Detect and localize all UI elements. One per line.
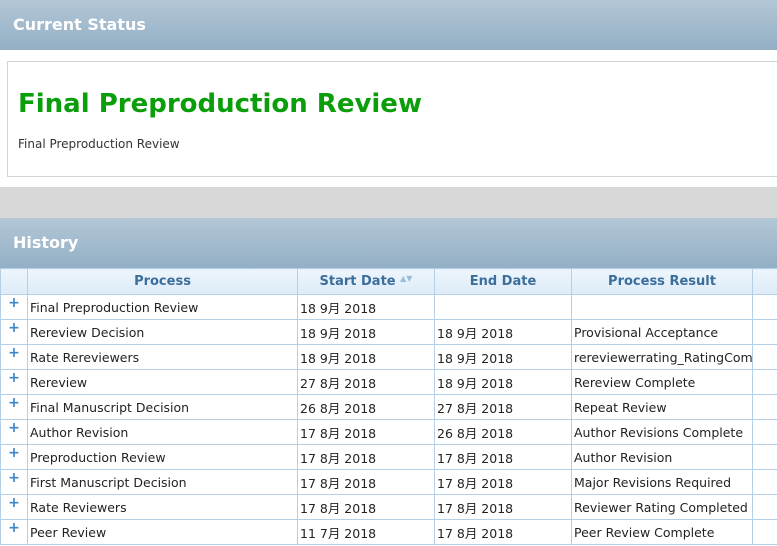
cell-start-date: 18 9月 2018: [297, 294, 435, 320]
table-row[interactable]: + Rate Rereviewers 18 9月 2018 18 9月 2018 rer…: [0, 344, 777, 370]
cell-process: Peer Review: [27, 519, 298, 545]
cell-extra: [752, 494, 777, 520]
cell-extra: [752, 369, 777, 395]
cell-start-date: 17 8月 2018: [297, 444, 435, 470]
cell-process-result: Peer Review Complete: [571, 519, 753, 545]
cell-end-date: 18 9月 2018: [434, 319, 572, 345]
cell-process-result: Repeat Review: [571, 394, 753, 420]
table-row[interactable]: + Peer Review 11 7月 2018 17 8月 2018 Peer Rev…: [0, 519, 777, 545]
table-row[interactable]: + Final Preproduction Review 18 9月 2018: [0, 294, 777, 320]
cell-extra: [752, 519, 777, 545]
cell-end-date: 26 8月 2018: [434, 419, 572, 445]
cell-process: Rate Reviewers: [27, 494, 298, 520]
expand-row-plus-icon[interactable]: +: [0, 394, 28, 420]
cell-end-date: 18 9月 2018: [434, 369, 572, 395]
cell-start-date: 17 8月 2018: [297, 494, 435, 520]
cell-process: Rereview: [27, 369, 298, 395]
cell-process: Author Revision: [27, 419, 298, 445]
cell-end-date: 27 8月 2018: [434, 394, 572, 420]
column-header-end-date[interactable]: End Date: [434, 268, 572, 295]
column-header-extra: [752, 268, 777, 295]
cell-process: Rereview Decision: [27, 319, 298, 345]
expand-row-plus-icon[interactable]: +: [0, 344, 28, 370]
cell-start-date: 26 8月 2018: [297, 394, 435, 420]
cell-process: Rate Rereviewers: [27, 344, 298, 370]
table-row[interactable]: + Rereview 27 8月 2018 18 9月 2018 Rereview Co…: [0, 369, 777, 395]
expand-row-plus-icon[interactable]: +: [0, 494, 28, 520]
cell-end-date: 17 8月 2018: [434, 444, 572, 470]
current-status-title: Final Preproduction Review: [18, 89, 422, 119]
expand-row-plus-icon[interactable]: +: [0, 444, 28, 470]
expand-row-plus-icon[interactable]: +: [0, 319, 28, 345]
cell-extra: [752, 394, 777, 420]
expand-column-header: [0, 268, 28, 295]
history-table: Process Start Date ▲▼ End Date Process R…: [0, 268, 777, 545]
sort-descending-icon: ▲▼: [400, 274, 413, 283]
cell-end-date: 17 8月 2018: [434, 494, 572, 520]
cell-end-date: 17 8月 2018: [434, 469, 572, 495]
start-date-label: Start Date: [319, 274, 396, 289]
column-header-start-date[interactable]: Start Date ▲▼: [297, 268, 435, 295]
cell-extra: [752, 469, 777, 495]
current-status-header: Current Status: [0, 0, 777, 50]
cell-start-date: 17 8月 2018: [297, 419, 435, 445]
cell-start-date: 18 9月 2018: [297, 344, 435, 370]
history-header: History: [0, 218, 777, 268]
separator-band: [0, 187, 777, 218]
cell-extra: [752, 294, 777, 320]
table-row[interactable]: + Author Revision 17 8月 2018 26 8月 2018 Auth…: [0, 419, 777, 445]
expand-row-plus-icon[interactable]: +: [0, 419, 28, 445]
table-row[interactable]: + Final Manuscript Decision 26 8月 2018 27 8…: [0, 394, 777, 420]
cell-process-result: Major Revisions Required: [571, 469, 753, 495]
column-header-process-result[interactable]: Process Result: [571, 268, 753, 295]
expand-row-plus-icon[interactable]: +: [0, 294, 28, 320]
cell-extra: [752, 444, 777, 470]
cell-process: Final Manuscript Decision: [27, 394, 298, 420]
cell-process-result: Reviewer Rating Completed: [571, 494, 753, 520]
expand-row-plus-icon[interactable]: +: [0, 519, 28, 545]
current-status-subtitle: Final Preproduction Review: [18, 137, 180, 151]
cell-process: Final Preproduction Review: [27, 294, 298, 320]
cell-end-date: [434, 294, 572, 320]
history-section: History Process Start Date ▲▼ End Date P…: [0, 218, 777, 545]
expand-row-plus-icon[interactable]: +: [0, 469, 28, 495]
table-row[interactable]: + Rate Reviewers 17 8月 2018 17 8月 2018 Revie…: [0, 494, 777, 520]
cell-start-date: 17 8月 2018: [297, 469, 435, 495]
cell-process-result: rereviewerrating_RatingCompleted: [571, 344, 753, 370]
table-row[interactable]: + Preproduction Review 17 8月 2018 17 8月 201…: [0, 444, 777, 470]
cell-process: Preproduction Review: [27, 444, 298, 470]
cell-end-date: 17 8月 2018: [434, 519, 572, 545]
cell-process-result: [571, 294, 753, 320]
cell-process-result: Rereview Complete: [571, 369, 753, 395]
cell-process-result: Author Revisions Complete: [571, 419, 753, 445]
expand-row-plus-icon[interactable]: +: [0, 369, 28, 395]
cell-start-date: 18 9月 2018: [297, 319, 435, 345]
cell-extra: [752, 419, 777, 445]
cell-extra: [752, 319, 777, 345]
cell-end-date: 18 9月 2018: [434, 344, 572, 370]
current-status-card: Final Preproduction Review Final Preprod…: [7, 61, 777, 177]
table-row[interactable]: + Rereview Decision 18 9月 2018 18 9月 2018 Pr…: [0, 319, 777, 345]
cell-start-date: 11 7月 2018: [297, 519, 435, 545]
cell-extra: [752, 344, 777, 370]
column-header-process[interactable]: Process: [27, 268, 298, 295]
table-row[interactable]: + First Manuscript Decision 17 8月 2018 17 8…: [0, 469, 777, 495]
cell-process-result: Provisional Acceptance: [571, 319, 753, 345]
cell-start-date: 27 8月 2018: [297, 369, 435, 395]
cell-process: First Manuscript Decision: [27, 469, 298, 495]
cell-process-result: Author Revision: [571, 444, 753, 470]
